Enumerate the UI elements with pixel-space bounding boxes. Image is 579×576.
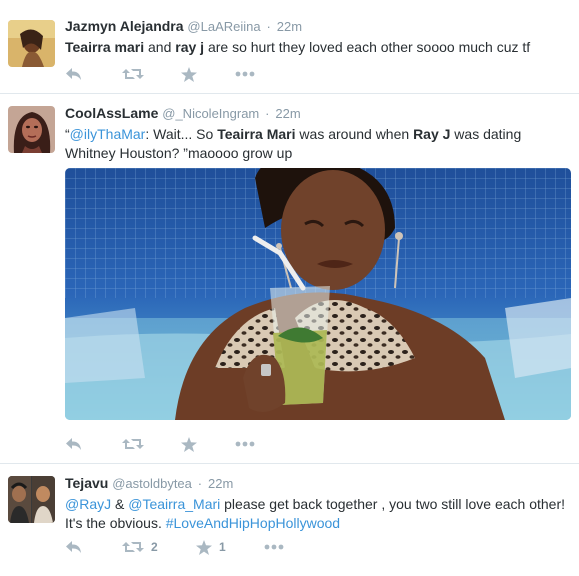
- tweet-link[interactable]: @Teairra_Mari: [128, 496, 220, 512]
- text-segment: &: [111, 496, 129, 512]
- retweet-icon: [122, 69, 144, 79]
- tweet-link[interactable]: #LoveAndHipHopHollywood: [166, 515, 340, 531]
- timestamp[interactable]: 22m: [275, 106, 300, 121]
- highlighted-text: Ray J: [413, 126, 451, 142]
- more-icon: [235, 441, 255, 447]
- favorite-button[interactable]: [181, 435, 204, 453]
- highlighted-text: Teairra mari: [65, 39, 145, 55]
- favorite-button[interactable]: 1: [196, 538, 226, 556]
- avatar[interactable]: [8, 476, 55, 523]
- tweet-text: “@ilyThaMar: Wait... So Teairra Mari was…: [65, 125, 571, 163]
- more-icon: [264, 544, 284, 550]
- text-segment: are so hurt they loved each other soooo …: [204, 39, 531, 55]
- reply-button[interactable]: [65, 65, 83, 83]
- tweet-1[interactable]: Jazmyn Alejandra @LaAReiina · 22m Teairr…: [0, 0, 579, 94]
- separator: ·: [197, 476, 203, 491]
- reply-icon: [66, 438, 81, 450]
- tweet-link[interactable]: @RayJ: [65, 496, 111, 512]
- more-button[interactable]: [264, 538, 284, 556]
- fullname[interactable]: Jazmyn Alejandra: [65, 18, 184, 34]
- highlighted-text: ray j: [175, 39, 205, 55]
- avatar[interactable]: [8, 106, 55, 153]
- tweet-text: @RayJ & @Teairra_Mari please get back to…: [65, 495, 571, 533]
- tweet-header: Jazmyn Alejandra @LaAReiina · 22m: [65, 17, 571, 36]
- avatar-image: [8, 476, 55, 523]
- tweet-2[interactable]: CoolAssLame @_NicoleIngram · 22m “@ilyTh…: [0, 94, 579, 464]
- photo-image: [65, 168, 571, 420]
- retweet-icon: [122, 542, 144, 552]
- text-segment: : Wait... So: [145, 126, 218, 142]
- avatar[interactable]: [8, 20, 55, 67]
- text-segment: and: [144, 39, 176, 55]
- tweet-3[interactable]: Tejavu @astoldbytea · 22m @RayJ & @Teair…: [0, 464, 579, 576]
- text-segment: was around when: [295, 126, 414, 142]
- highlighted-text: Teairra Mari: [217, 126, 296, 142]
- tweet-text: Teairra mari and ray j are so hurt they …: [65, 38, 571, 57]
- avatar-image: [8, 106, 55, 153]
- reply-icon: [66, 68, 81, 80]
- retweet-button[interactable]: [122, 435, 151, 453]
- fullname[interactable]: Tejavu: [65, 475, 108, 491]
- avatar-image: [8, 20, 55, 67]
- tweet-feed: Jazmyn Alejandra @LaAReiina · 22m Teairr…: [0, 0, 579, 576]
- more-button[interactable]: [235, 65, 255, 83]
- retweet-icon: [122, 439, 144, 449]
- separator: ·: [265, 106, 270, 121]
- tweet-link[interactable]: @ilyThaMar: [70, 126, 146, 142]
- username[interactable]: @astoldbytea: [112, 476, 192, 491]
- star-icon: [181, 436, 197, 452]
- favorite-count: 1: [219, 540, 226, 554]
- more-icon: [235, 71, 255, 77]
- reply-button[interactable]: [65, 435, 83, 453]
- media-photo[interactable]: [65, 168, 571, 420]
- separator: ·: [266, 19, 271, 34]
- more-button[interactable]: [235, 435, 255, 453]
- tweet-header: Tejavu @astoldbytea · 22m: [65, 474, 571, 493]
- timestamp[interactable]: 22m: [208, 476, 233, 491]
- timestamp[interactable]: 22m: [277, 19, 302, 34]
- username[interactable]: @LaAReiina: [187, 19, 260, 34]
- star-icon: [181, 66, 197, 82]
- fullname[interactable]: CoolAssLame: [65, 105, 158, 121]
- reply-button[interactable]: [65, 538, 83, 556]
- tweet-header: CoolAssLame @_NicoleIngram · 22m: [65, 104, 571, 123]
- favorite-button[interactable]: [181, 65, 204, 83]
- username[interactable]: @_NicoleIngram: [162, 106, 259, 121]
- retweet-button[interactable]: 2: [122, 538, 158, 556]
- retweet-count: 2: [151, 540, 158, 554]
- star-icon: [196, 539, 212, 555]
- retweet-button[interactable]: [122, 65, 151, 83]
- reply-icon: [66, 541, 81, 553]
